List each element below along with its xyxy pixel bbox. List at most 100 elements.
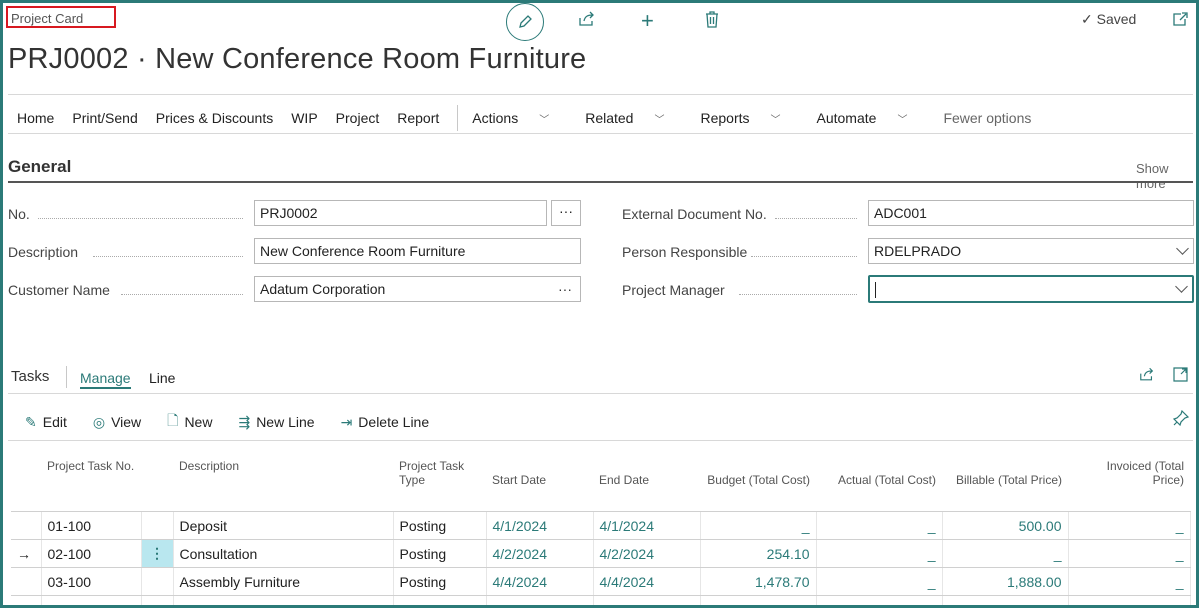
cell-task-no[interactable]: 02-100: [41, 539, 142, 568]
dotted-leader: [121, 293, 243, 295]
cell-actual[interactable]: _: [816, 595, 943, 605]
cell-billable[interactable]: _: [942, 539, 1069, 568]
chevron-down-icon: [1175, 280, 1188, 293]
cell-description[interactable]: Deposit: [173, 511, 394, 540]
delete-icon[interactable]: [705, 11, 719, 33]
menu-wip[interactable]: WIP: [291, 110, 317, 126]
fewer-options-link[interactable]: Fewer options: [943, 110, 1031, 126]
menu-actions[interactable]: Actions ﹀: [472, 110, 567, 126]
expand-icon[interactable]: [1173, 367, 1188, 386]
cell-start-date[interactable]: 4/4/2024: [486, 567, 594, 596]
cell-end-date[interactable]: 4/1/2024: [593, 511, 701, 540]
open-new-window-icon[interactable]: [1172, 12, 1188, 32]
cell-task-no[interactable]: 01-100: [41, 511, 142, 540]
tab-manage[interactable]: Manage: [80, 370, 131, 389]
cell-type[interactable]: Posting: [393, 595, 487, 605]
column-header-description[interactable]: Description: [173, 455, 393, 512]
delete-line-action[interactable]: ⇥ Delete Line: [341, 410, 430, 434]
table-row[interactable]: 01-100 Deposit Posting 4/1/2024 4/1/2024…: [11, 511, 1191, 540]
cell-start-date[interactable]: 4/1/2024: [486, 511, 594, 540]
share-icon[interactable]: [1139, 367, 1155, 386]
column-header-budget[interactable]: Budget (Total Cost): [700, 455, 816, 512]
menu-prices-discounts[interactable]: Prices & Discounts: [156, 110, 273, 126]
menu-reports[interactable]: Reports ﹀: [700, 110, 798, 126]
chevron-down-icon: ﹀: [770, 115, 781, 126]
row-menu-kebab-icon[interactable]: ⋮: [141, 539, 174, 568]
column-header-start-date[interactable]: Start Date: [486, 455, 593, 512]
cell-budget[interactable]: 1,478.70: [700, 567, 817, 596]
general-section-title[interactable]: General: [8, 157, 71, 177]
view-action[interactable]: ◎ View: [93, 410, 141, 434]
show-more-link[interactable]: Show more: [1136, 161, 1196, 191]
description-label: Description: [8, 244, 79, 260]
menu-related[interactable]: Related ﹀: [585, 110, 682, 126]
new-action[interactable]: 🗋 New: [167, 410, 212, 434]
cell-budget[interactable]: 169.40: [700, 595, 817, 605]
menu-print-send[interactable]: Print/Send: [72, 110, 137, 126]
cell-end-date[interactable]: 4/2/2024: [593, 539, 701, 568]
dotted-leader: [93, 255, 243, 257]
new-line-action[interactable]: ⇶ New Line: [238, 410, 314, 434]
table-row[interactable]: 04-100 Install Furniture Posting 4/5/202…: [11, 595, 1191, 605]
share-icon[interactable]: [578, 11, 596, 32]
cell-type[interactable]: Posting: [393, 567, 487, 596]
cell-description[interactable]: Consultation: [173, 539, 394, 568]
external-doc-field[interactable]: ADC001: [868, 200, 1194, 226]
customer-name-label: Customer Name: [8, 282, 110, 298]
menu-project[interactable]: Project: [336, 110, 380, 126]
cell-invoiced[interactable]: _: [1068, 567, 1191, 596]
table-row[interactable]: 03-100 Assembly Furniture Posting 4/4/20…: [11, 567, 1191, 596]
lookup-ellipsis-icon[interactable]: ···: [558, 277, 572, 301]
cell-description[interactable]: Install Furniture: [173, 595, 394, 605]
pin-icon[interactable]: [1172, 409, 1190, 430]
cell-invoiced[interactable]: _: [1068, 511, 1191, 540]
cell-billable[interactable]: 500.00: [942, 511, 1069, 540]
tab-line[interactable]: Line: [149, 370, 175, 386]
no-field[interactable]: PRJ0002: [254, 200, 547, 226]
cell-task-no[interactable]: 03-100: [41, 567, 142, 596]
column-header-billable[interactable]: Billable (Total Price): [942, 455, 1068, 512]
add-icon[interactable]: +: [641, 8, 654, 34]
project-manager-label: Project Manager: [622, 282, 725, 298]
cell-billable[interactable]: 308.00: [942, 595, 1069, 605]
saved-status-text: Saved: [1096, 11, 1137, 27]
cell-invoiced[interactable]: _: [1068, 539, 1191, 568]
cell-invoiced[interactable]: _: [1068, 595, 1191, 605]
tasks-grid: Project Task No. Description Project Tas…: [11, 455, 1191, 605]
section-underline: [8, 181, 1193, 183]
external-doc-label: External Document No.: [622, 206, 767, 222]
edit-action[interactable]: ✎ Edit: [25, 410, 67, 434]
customer-name-field[interactable]: Adatum Corporation ···: [254, 276, 581, 302]
person-responsible-select[interactable]: RDELPRADO: [868, 238, 1194, 264]
cell-budget[interactable]: _: [700, 511, 817, 540]
cell-actual[interactable]: _: [816, 567, 943, 596]
cell-budget[interactable]: 254.10: [700, 539, 817, 568]
column-header-task-no[interactable]: Project Task No.: [41, 455, 141, 512]
column-header-actual[interactable]: Actual (Total Cost): [816, 455, 942, 512]
menu-actions-label: Actions: [472, 110, 519, 126]
menu-report[interactable]: Report: [397, 110, 439, 126]
text-cursor: [875, 282, 876, 299]
cell-start-date[interactable]: 4/5/2024: [486, 595, 594, 605]
assist-edit-button[interactable]: ···: [551, 200, 581, 226]
cell-type[interactable]: Posting: [393, 539, 487, 568]
menu-home[interactable]: Home: [17, 110, 54, 126]
cell-type[interactable]: Posting: [393, 511, 487, 540]
cell-description[interactable]: Assembly Furniture: [173, 567, 394, 596]
edit-pencil-button[interactable]: [506, 3, 544, 41]
column-header-type[interactable]: Project Task Type: [393, 455, 486, 512]
cell-start-date[interactable]: 4/2/2024: [486, 539, 594, 568]
description-field[interactable]: New Conference Room Furniture: [254, 238, 581, 264]
table-row[interactable]: → 02-100 ⋮ Consultation Posting 4/2/2024…: [11, 539, 1191, 568]
column-header-invoiced[interactable]: Invoiced (Total Price): [1068, 455, 1190, 512]
cell-end-date[interactable]: 4/4/2024: [593, 567, 701, 596]
cell-task-no[interactable]: 04-100: [41, 595, 142, 605]
eye-icon: ◎: [92, 413, 106, 430]
project-manager-select[interactable]: [868, 275, 1194, 303]
cell-end-date[interactable]: 4/5/2024: [593, 595, 701, 605]
cell-actual[interactable]: _: [816, 511, 943, 540]
menu-automate[interactable]: Automate ﹀: [817, 110, 926, 126]
cell-billable[interactable]: 1,888.00: [942, 567, 1069, 596]
cell-actual[interactable]: _: [816, 539, 943, 568]
column-header-end-date[interactable]: End Date: [593, 455, 700, 512]
